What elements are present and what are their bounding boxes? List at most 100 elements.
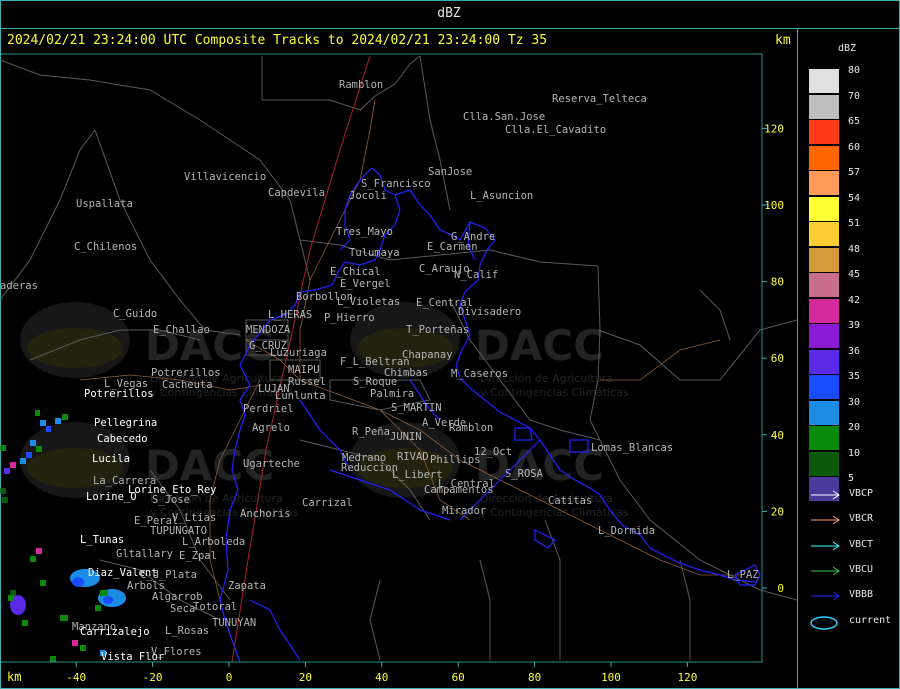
y-tick-label: 80 bbox=[771, 276, 784, 289]
x-tick-label: 100 bbox=[601, 671, 621, 684]
track-arrow-icon bbox=[811, 566, 840, 576]
legend-swatch bbox=[809, 94, 839, 119]
place-label: C_Guido bbox=[113, 308, 157, 320]
place-label: S_MARTIN bbox=[391, 402, 442, 414]
place-label: V_Ltias bbox=[172, 512, 216, 524]
place-label: Reduccion bbox=[341, 462, 398, 474]
legend-swatch bbox=[809, 120, 839, 144]
legend-value: 54 bbox=[848, 192, 861, 204]
x-tick-label: 20 bbox=[299, 671, 312, 684]
place-label: L_Dormida bbox=[598, 525, 655, 537]
place-label: Potrerillos bbox=[151, 367, 221, 379]
dbz-legend: dBZ 80 70 65 60 57 54 51 48 45 42 39 36 35 30 20 10 5 VB… bbox=[798, 29, 900, 689]
legend-current-label: current bbox=[849, 614, 892, 626]
place-label: Perdriel bbox=[243, 403, 294, 415]
place-label: Ramblon bbox=[449, 422, 493, 434]
place-label: L_HERAS bbox=[268, 309, 312, 321]
place-label: Capdevila bbox=[268, 187, 325, 199]
radar-map[interactable]: DACC Dirección de Agricultura y Continge… bbox=[0, 29, 797, 689]
x-tick-label: -40 bbox=[66, 671, 86, 684]
legend-swatch bbox=[809, 69, 839, 93]
legend-swatch bbox=[809, 451, 839, 476]
legend-swatch bbox=[809, 222, 839, 246]
legend-swatch bbox=[809, 171, 839, 195]
legend-value: 20 bbox=[848, 422, 861, 433]
legend-swatch bbox=[809, 400, 839, 425]
place-label: Tulumaya bbox=[349, 247, 400, 259]
place-label: Potrerillos bbox=[84, 388, 154, 400]
place-label: Ramblon bbox=[339, 79, 383, 91]
place-label: MAIPU bbox=[288, 364, 320, 376]
legend-track-label: VBBB bbox=[849, 589, 874, 601]
legend-value: 35 bbox=[848, 371, 861, 382]
legend-swatch bbox=[809, 324, 839, 348]
place-label: TUNUYAN bbox=[212, 617, 256, 629]
place-label: Lucila bbox=[92, 453, 130, 465]
place-label: S_Jose bbox=[152, 494, 190, 506]
place-label: Mirador bbox=[442, 505, 486, 517]
legend-value: 57 bbox=[848, 167, 861, 178]
legend-value: 42 bbox=[848, 294, 861, 306]
place-label: L_PAZ bbox=[727, 569, 759, 581]
place-label: S_Francisco bbox=[361, 178, 431, 190]
place-label: JUNIN bbox=[390, 431, 422, 443]
place-label: SanJose bbox=[428, 166, 472, 178]
place-label: Phillips bbox=[430, 454, 481, 466]
place-label: RIVAD bbox=[397, 451, 429, 463]
place-label: P_Hierro bbox=[324, 312, 375, 324]
legend-swatch bbox=[809, 298, 839, 323]
svg-text:DACC: DACC bbox=[475, 321, 604, 370]
place-label: Reserva_Telteca bbox=[552, 93, 647, 105]
legend-swatch bbox=[809, 247, 839, 272]
x-tick-label: 60 bbox=[452, 671, 465, 684]
track-arrow-icon bbox=[811, 541, 840, 551]
legend-track-row: VBCR bbox=[809, 513, 889, 527]
place-label: L_Violetas bbox=[337, 296, 400, 308]
place-label: Pellegrina bbox=[94, 417, 157, 429]
place-label: Lunlunta bbox=[275, 390, 326, 402]
x-tick-label: 80 bbox=[528, 671, 541, 684]
y-tick-label: 100 bbox=[764, 199, 784, 212]
legend-swatch bbox=[809, 426, 839, 450]
legend-swatch bbox=[809, 375, 839, 399]
place-label: Divisadero bbox=[458, 306, 521, 318]
legend-value: 5 bbox=[848, 473, 855, 484]
y-axis: 120 100 80 60 40 20 0 bbox=[762, 122, 784, 595]
place-label: L_Asuncion bbox=[470, 190, 533, 202]
svg-text:y Contingencias Climáticas: y Contingencias Climáticas bbox=[480, 506, 629, 519]
legend-value: 10 bbox=[848, 447, 861, 459]
place-label: Uspallata bbox=[76, 198, 133, 210]
place-label: Tres_Mayo bbox=[336, 226, 393, 238]
legend-title: dBZ bbox=[838, 43, 857, 54]
place-label: L_Rosas bbox=[165, 625, 209, 637]
place-label: C_Chilenos bbox=[74, 241, 137, 253]
place-label: Russel bbox=[288, 376, 326, 388]
y-tick-label: 20 bbox=[771, 505, 784, 518]
legend-swatch bbox=[809, 273, 839, 297]
place-label: M_Caseros bbox=[451, 368, 508, 380]
place-label: Totoral bbox=[193, 601, 237, 613]
y-tick-label: 60 bbox=[771, 352, 784, 365]
place-label: Carrizalejo bbox=[80, 626, 150, 638]
legend-value: 70 bbox=[848, 90, 861, 102]
legend-track-row: VBCP bbox=[809, 488, 889, 502]
place-label: E_Challao bbox=[153, 324, 210, 336]
place-label: Anchoris bbox=[240, 508, 291, 520]
x-tick-label: 0 bbox=[226, 671, 233, 684]
place-label: Carrizal bbox=[302, 497, 353, 509]
legend-value: 45 bbox=[848, 269, 861, 280]
legend-track-label: VBCR bbox=[849, 513, 874, 525]
legend-track-label: VBCU bbox=[849, 563, 874, 575]
place-label: Gltallary bbox=[116, 548, 173, 560]
legend-value: 48 bbox=[848, 243, 861, 255]
place-label: E_Chical bbox=[330, 266, 381, 278]
legend-value: 51 bbox=[848, 218, 861, 229]
legend-swatch bbox=[809, 349, 839, 374]
place-label: N_Calif bbox=[454, 269, 498, 281]
place-label: Cacheuta bbox=[162, 379, 213, 391]
place-label: Catitas bbox=[548, 495, 592, 507]
track-arrow-icon bbox=[811, 591, 840, 601]
place-label: E_Zpal bbox=[179, 550, 217, 562]
place-label: MENDOZA bbox=[246, 324, 291, 336]
place-label: Clla.San.Jose bbox=[463, 111, 545, 123]
